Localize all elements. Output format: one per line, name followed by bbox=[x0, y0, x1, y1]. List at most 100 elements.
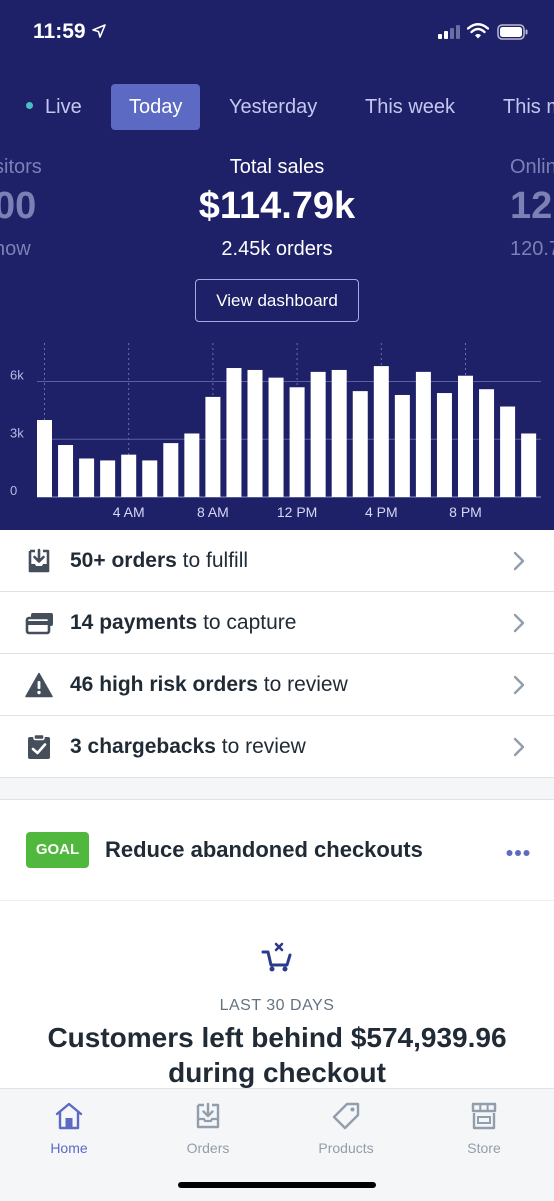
chart-bar bbox=[352, 391, 368, 497]
chart-bar bbox=[142, 460, 158, 497]
nav-store[interactable]: Store bbox=[439, 1101, 529, 1156]
fulfill-icon bbox=[25, 548, 53, 574]
sales-overview-header: 11:59 Live Today Yesterday This week Thi… bbox=[0, 0, 554, 530]
chart-bar bbox=[479, 389, 495, 497]
chart-bar bbox=[79, 458, 95, 497]
chart-y-tick-label: 0 bbox=[10, 483, 17, 498]
more-options-icon[interactable] bbox=[506, 844, 530, 862]
task-action: to review bbox=[257, 673, 348, 696]
nav-label: Home bbox=[50, 1140, 88, 1156]
divider bbox=[0, 900, 554, 901]
chart-x-tick-label: 8 PM bbox=[449, 504, 482, 520]
task-count: 14 payments bbox=[70, 611, 198, 634]
task-text: 14 payments to capture bbox=[70, 592, 296, 653]
task-count: 50+ orders bbox=[70, 549, 177, 572]
chart-x-tick-label: 8 AM bbox=[197, 504, 229, 520]
chart-bar bbox=[184, 433, 200, 497]
chart-bar bbox=[37, 420, 52, 497]
chart-bar bbox=[310, 371, 326, 497]
tab-today[interactable]: Today bbox=[111, 84, 201, 130]
wifi-icon bbox=[466, 23, 490, 44]
payment-icon bbox=[25, 610, 53, 636]
status-bar: 11:59 bbox=[0, 0, 554, 60]
home-icon bbox=[54, 1102, 84, 1135]
location-arrow-icon bbox=[92, 24, 106, 43]
task-list: 50+ orders to fulfill 14 payments to cap… bbox=[0, 530, 554, 778]
goal-badge: GOAL bbox=[26, 832, 89, 868]
task-text: 3 chargebacks to review bbox=[70, 716, 306, 777]
task-text: 50+ orders to fulfill bbox=[70, 530, 248, 591]
stat-label: sitors bbox=[0, 156, 42, 178]
chart-bar bbox=[205, 396, 221, 497]
task-count: 3 chargebacks bbox=[70, 735, 216, 758]
chart-bar bbox=[500, 406, 516, 497]
tab-label: This week bbox=[365, 96, 456, 118]
stat-label: Onlin bbox=[510, 156, 554, 178]
chart-bar bbox=[163, 443, 179, 497]
stat-sub: now bbox=[0, 238, 31, 260]
chart-bar bbox=[436, 393, 452, 497]
stat-value: 00 bbox=[0, 185, 37, 227]
goal-period: LAST 30 DAYS bbox=[219, 997, 335, 1014]
goal-title: Reduce abandoned checkouts bbox=[105, 837, 423, 862]
cellular-signal-icon bbox=[438, 25, 462, 44]
chevron-right-icon bbox=[512, 736, 526, 763]
goal-headline: Customers left behind $574,939.96 during… bbox=[47, 1022, 507, 1088]
tab-this-month[interactable]: This m bbox=[503, 84, 554, 130]
tab-yesterday[interactable]: Yesterday bbox=[229, 84, 317, 130]
task-action: to review bbox=[215, 735, 306, 758]
nav-orders[interactable]: Orders bbox=[163, 1101, 253, 1156]
tab-live[interactable]: Live bbox=[26, 84, 82, 130]
tab-label: Today bbox=[129, 96, 183, 118]
tab-label: Live bbox=[45, 96, 82, 118]
nav-label: Products bbox=[318, 1140, 374, 1156]
chart-x-tick-label: 4 PM bbox=[365, 504, 398, 520]
hourly-sales-chart: 0 3k 6k 4 AM 8 AM 12 PM 4 PM 8 PM bbox=[10, 343, 541, 520]
stat-total-sales[interactable]: Total sales $114.79k 2.45k orders bbox=[160, 156, 394, 261]
chevron-right-icon bbox=[512, 674, 526, 701]
nav-home[interactable]: Home bbox=[24, 1101, 114, 1156]
task-row-fulfill[interactable]: 50+ orders to fulfill bbox=[0, 530, 554, 591]
chart-bar bbox=[58, 445, 74, 497]
chart-x-tick-label: 4 AM bbox=[113, 504, 145, 520]
warning-icon bbox=[25, 672, 53, 698]
tab-label: This m bbox=[503, 96, 554, 118]
status-time: 11:59 bbox=[33, 20, 86, 43]
store-icon bbox=[469, 1102, 499, 1135]
stat-value: 12( bbox=[510, 185, 554, 227]
tab-this-week[interactable]: This week bbox=[365, 84, 455, 130]
nav-label: Orders bbox=[186, 1140, 230, 1156]
abandoned-cart-icon bbox=[261, 940, 293, 977]
stat-visitors[interactable]: sitors 00 now bbox=[0, 156, 54, 261]
chart-bar bbox=[373, 366, 389, 497]
task-count: 46 high risk orders bbox=[70, 673, 258, 696]
stat-sub: 120.7 bbox=[510, 238, 554, 260]
chart-y-tick-label: 3k bbox=[10, 425, 24, 440]
nav-label: Store bbox=[467, 1140, 501, 1156]
stat-value: $114.79k bbox=[198, 185, 356, 227]
tab-label: Yesterday bbox=[229, 96, 318, 118]
chart-bar bbox=[415, 371, 431, 497]
chart-bar bbox=[331, 369, 347, 497]
chart-bar bbox=[458, 375, 473, 497]
chart-bar bbox=[100, 460, 116, 497]
home-indicator bbox=[178, 1182, 376, 1188]
view-dashboard-button[interactable]: View dashboard bbox=[195, 279, 359, 322]
orders-icon bbox=[193, 1102, 223, 1135]
task-row-payments[interactable]: 14 payments to capture bbox=[0, 591, 554, 653]
stat-online-store[interactable]: Onlin 12( 120.7 bbox=[510, 156, 554, 261]
chevron-right-icon bbox=[512, 550, 526, 577]
battery-icon bbox=[497, 24, 529, 45]
chart-y-tick-label: 6k bbox=[10, 368, 24, 383]
chart-bar bbox=[394, 394, 410, 497]
date-range-tabs: Live Today Yesterday This week This m bbox=[0, 84, 554, 130]
stat-sub: 2.45k orders bbox=[221, 238, 333, 260]
task-row-high-risk[interactable]: 46 high risk orders to review bbox=[0, 653, 554, 715]
task-row-chargebacks[interactable]: 3 chargebacks to review bbox=[0, 715, 554, 777]
live-indicator-icon bbox=[26, 102, 33, 110]
chevron-right-icon bbox=[512, 612, 526, 639]
chart-bar bbox=[247, 369, 263, 497]
stat-label: Total sales bbox=[229, 156, 325, 178]
nav-products[interactable]: Products bbox=[301, 1101, 391, 1156]
goal-card: GOAL Reduce abandoned checkouts LAST 30 … bbox=[0, 799, 554, 1090]
